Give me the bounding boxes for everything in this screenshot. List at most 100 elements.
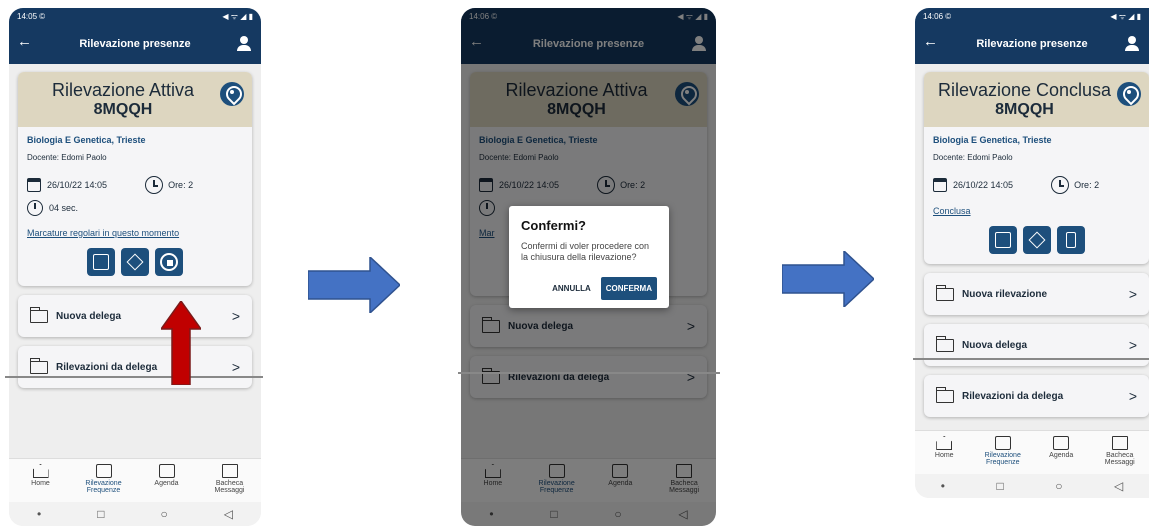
datetime-row: 26/10/22 14:05 Ore: 2 xyxy=(27,176,243,194)
divider-line xyxy=(5,376,263,378)
chevron-right-icon: > xyxy=(1128,388,1137,404)
session-datetime: 26/10/22 14:05 xyxy=(47,180,108,190)
menu-row-label: Nuova delega xyxy=(962,339,1028,351)
app-bar: ← Rilevazione presenze xyxy=(915,24,1149,64)
session-card: Rilevazione Conclusa 8MQQH Biologia E Ge… xyxy=(924,72,1149,264)
recents-button[interactable]: □ xyxy=(996,479,1003,493)
nav-bacheca-messaggi[interactable]: Bacheca Messaggi xyxy=(201,464,259,494)
menu-row-nuova-delega[interactable]: Nuova delega > xyxy=(18,295,252,337)
back-arrow-icon[interactable]: ← xyxy=(17,34,32,50)
nav-label: Agenda xyxy=(154,480,179,487)
session-closed-link[interactable]: Conclusa xyxy=(933,206,1140,216)
folder-icon xyxy=(936,284,954,301)
confirm-button[interactable]: CONFERMA xyxy=(600,277,657,300)
calendar-clock-icon xyxy=(933,178,947,192)
folder-icon xyxy=(936,386,954,403)
menu-row-nuova-rilevazione[interactable]: Nuova rilevazione > xyxy=(924,273,1149,315)
status-time: 14:06 © xyxy=(923,11,952,21)
nav-agenda[interactable]: Agenda xyxy=(138,464,196,487)
menu-row-label: Nuova rilevazione xyxy=(962,288,1048,300)
status-time: 14:05 © xyxy=(17,11,46,21)
nav-label: Bacheca Messaggi xyxy=(1104,452,1135,466)
report-button[interactable] xyxy=(1056,226,1085,254)
dialog-title: Confermi? xyxy=(521,218,586,233)
page-title: Rilevazione presenze xyxy=(79,38,191,50)
home-icon xyxy=(936,436,953,450)
nav-agenda[interactable]: Agenda xyxy=(1032,436,1090,459)
home-button[interactable]: ○ xyxy=(1055,479,1062,493)
chevron-right-icon: > xyxy=(231,308,240,324)
nav-home[interactable]: Home xyxy=(12,464,70,487)
bottom-navigation: Home Rilevazione Frequenze Agenda Bachec… xyxy=(915,430,1149,474)
nav-label: Rilevazione Frequenze xyxy=(984,452,1021,466)
session-actions xyxy=(933,226,1140,254)
folder-icon xyxy=(30,306,48,323)
dialog-message: Confermi di voler procedere con la chius… xyxy=(521,241,650,262)
crosshair-icon xyxy=(126,253,144,271)
nav-dot: • xyxy=(940,479,945,493)
back-arrow-icon[interactable]: ← xyxy=(923,34,938,50)
location-pin-icon[interactable] xyxy=(1117,82,1141,106)
session-status-heading: Rilevazione Conclusa xyxy=(937,80,1112,100)
folder-icon xyxy=(30,357,48,374)
nav-home[interactable]: Home xyxy=(915,436,973,459)
nav-label: Agenda xyxy=(1049,452,1074,459)
status-icons: ◀ ᯤ ◢ ▮ xyxy=(1110,11,1141,21)
status-bar: 14:06 © ◀ ᯤ ◢ ▮ xyxy=(915,8,1149,24)
system-navigation: • □ ○ ◁ xyxy=(9,502,261,526)
back-button[interactable]: ◁ xyxy=(1114,479,1123,493)
course-name: Biologia E Genetica, Trieste xyxy=(27,135,146,145)
nav-label: Home xyxy=(31,480,50,487)
menu-row-label: Nuova delega xyxy=(56,310,122,322)
flow-arrow-right-icon xyxy=(308,257,400,313)
nav-label: Rilevazione Frequenze xyxy=(85,480,122,494)
nav-rilevazione-frequenze[interactable]: Rilevazione Frequenze xyxy=(974,436,1032,466)
session-datetime: 26/10/22 14:05 xyxy=(953,180,1014,190)
session-status-heading: Rilevazione Attiva xyxy=(51,80,195,100)
annotation-up-arrow xyxy=(161,301,201,385)
locate-button[interactable] xyxy=(121,248,149,276)
app-bar: ← Rilevazione presenze xyxy=(9,24,261,64)
chevron-right-icon: > xyxy=(1128,337,1137,353)
session-hours: Ore: 2 xyxy=(168,180,194,190)
stop-session-button[interactable] xyxy=(155,248,183,276)
id-card-icon xyxy=(994,436,1011,450)
session-card-header: Rilevazione Attiva 8MQQH xyxy=(18,72,252,127)
bottom-navigation: Home Rilevazione Frequenze Agenda Bachec… xyxy=(9,458,261,502)
attendance-status-link[interactable]: Marcature regolari in questo momento xyxy=(27,228,243,238)
calendar-clock-icon xyxy=(27,178,41,192)
home-icon xyxy=(32,464,49,478)
page-title: Rilevazione presenze xyxy=(976,38,1088,50)
document-icon xyxy=(1065,232,1076,248)
nav-rilevazione-frequenze[interactable]: Rilevazione Frequenze xyxy=(75,464,133,494)
timer-icon xyxy=(27,200,43,216)
session-actions xyxy=(27,248,243,276)
home-button[interactable]: ○ xyxy=(160,507,167,521)
menu-row-rilevazioni-da-delega[interactable]: Rilevazioni da delega > xyxy=(924,375,1149,417)
back-button[interactable]: ◁ xyxy=(224,507,233,521)
clock-icon xyxy=(1051,176,1070,194)
session-card-body: Biologia E Genetica, Trieste Docente: Ed… xyxy=(924,127,1149,264)
cancel-button[interactable]: ANNULLA xyxy=(550,278,593,299)
dialog-buttons: ANNULLA CONFERMA xyxy=(521,277,657,300)
attendees-button[interactable] xyxy=(988,226,1017,254)
system-navigation: • □ ○ ◁ xyxy=(915,474,1149,498)
attendees-button[interactable] xyxy=(87,248,115,276)
locate-button[interactable] xyxy=(1022,226,1051,254)
session-card: Rilevazione Attiva 8MQQH Biologia E Gene… xyxy=(18,72,252,286)
nav-bacheca-messaggi[interactable]: Bacheca Messaggi xyxy=(1091,436,1149,466)
confirm-dialog: Confermi? Confermi di voler procedere co… xyxy=(509,206,669,308)
menu-row-label: Rilevazioni da delega xyxy=(56,361,158,373)
recents-button[interactable]: □ xyxy=(97,507,104,521)
session-card-body: Biologia E Genetica, Trieste Docente: Ed… xyxy=(18,127,252,286)
user-icon[interactable] xyxy=(237,36,251,52)
menu-row-rilevazioni-da-delega[interactable]: Rilevazioni da delega > xyxy=(18,346,252,388)
user-icon[interactable] xyxy=(1125,36,1139,52)
location-pin-icon[interactable] xyxy=(220,82,244,106)
datetime-row: 26/10/22 14:05 Ore: 2 xyxy=(933,176,1140,194)
elapsed-time: 04 sec. xyxy=(49,203,79,213)
elapsed-row: 04 sec. xyxy=(27,200,243,216)
session-card-header: Rilevazione Conclusa 8MQQH xyxy=(924,72,1149,127)
menu-row-label: Rilevazioni da delega xyxy=(962,390,1064,402)
teacher-name: Docente: Edomi Paolo xyxy=(27,153,107,162)
